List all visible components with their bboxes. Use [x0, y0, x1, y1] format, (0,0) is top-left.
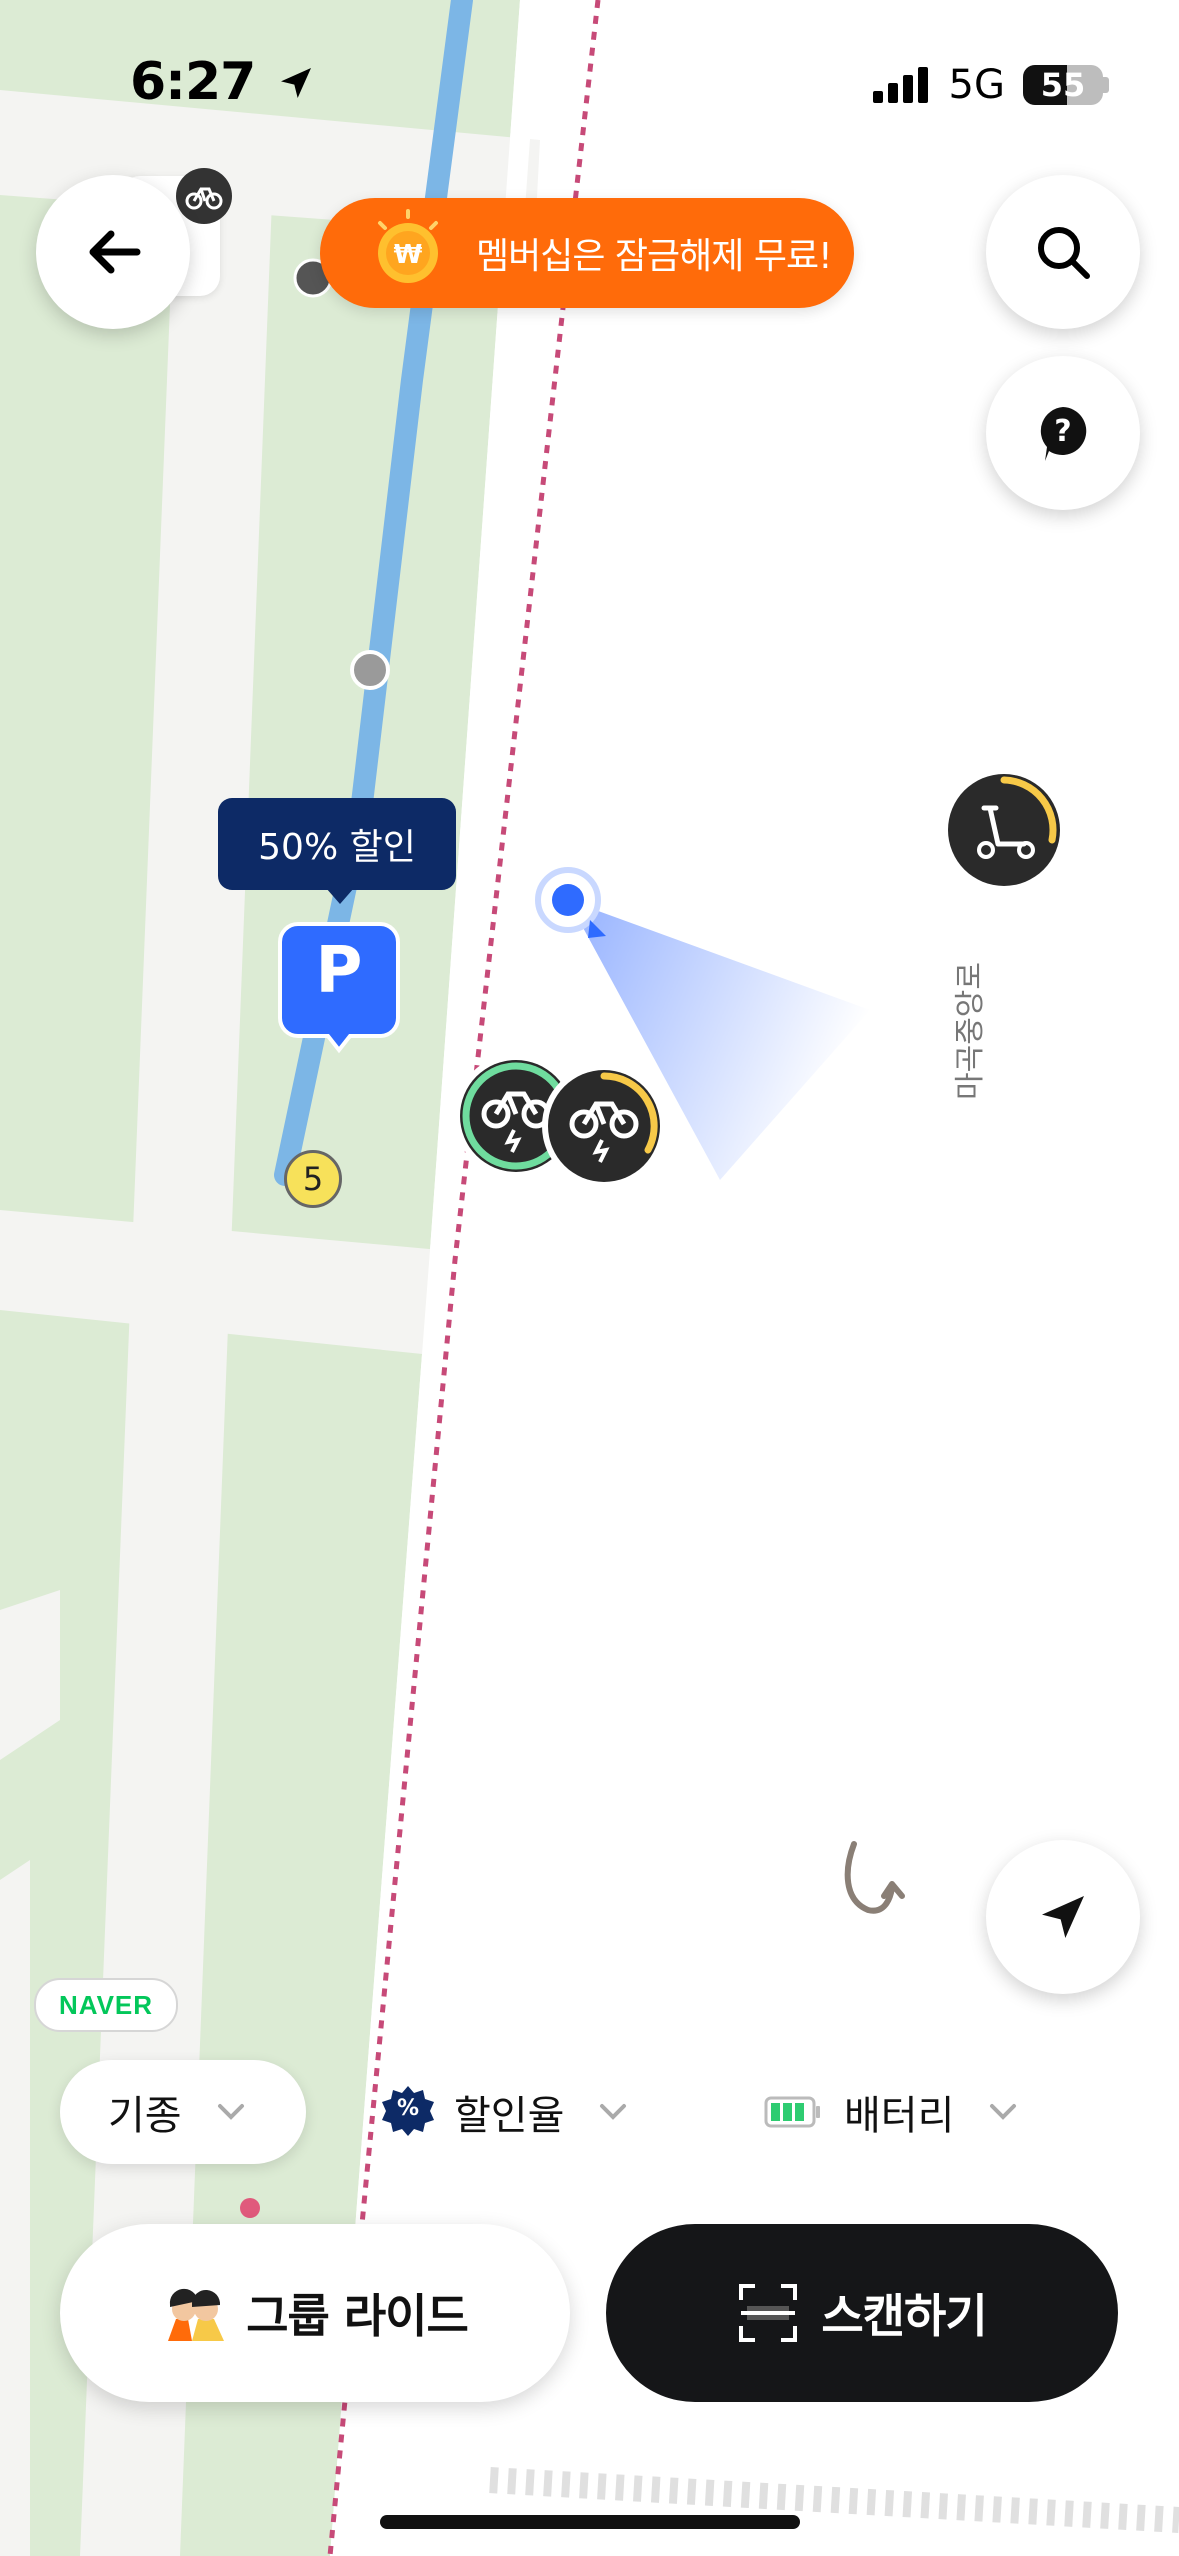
- status-time: 6:27: [130, 52, 316, 112]
- time-text: 6:27: [130, 52, 256, 112]
- coin-icon: ₩: [378, 209, 438, 283]
- parking-letter: P: [315, 934, 363, 1008]
- station-number: 5: [302, 1160, 324, 1198]
- scooter-icon: [942, 768, 1066, 892]
- scan-button[interactable]: 스캔하기: [606, 2224, 1118, 2402]
- discount-filter-chip[interactable]: % 할인율: [380, 2060, 628, 2164]
- ebike-marker-2[interactable]: [540, 1062, 668, 1190]
- group-ride-label: 그룹 라이드: [246, 2289, 469, 2343]
- road-label: 마곡중앙로: [953, 962, 988, 1100]
- status-indicators: 5G 55: [872, 62, 1109, 108]
- signal-icon: [872, 67, 928, 103]
- battery-indicator: 55: [1023, 65, 1109, 105]
- battery-filter-label: 배터리: [844, 2093, 955, 2139]
- svg-text:?: ?: [1054, 414, 1071, 449]
- parking-marker[interactable]: P: [278, 920, 400, 1054]
- group-ride-button[interactable]: 그룹 라이드: [60, 2224, 570, 2402]
- search-icon: [1038, 227, 1090, 279]
- naver-map-logo: NAVER: [34, 1978, 178, 2032]
- svg-text:₩: ₩: [394, 240, 423, 270]
- battery-cap: [1103, 77, 1109, 93]
- parking-discount-tooltip[interactable]: 50% 할인: [218, 798, 456, 904]
- battery-filter-chip[interactable]: 배터리: [764, 2060, 1018, 2164]
- station-number-badge[interactable]: 5: [284, 1150, 342, 1208]
- scooter-marker[interactable]: [940, 766, 1068, 894]
- network-label: 5G: [948, 62, 1005, 108]
- membership-promo-banner[interactable]: ₩ 멤버십은 잠금해제 무료!: [320, 198, 854, 308]
- location-arrow-icon: [281, 68, 312, 98]
- home-indicator[interactable]: [380, 2515, 800, 2529]
- promo-text: 멤버십은 잠금해제 무료!: [476, 236, 833, 277]
- search-button[interactable]: [986, 175, 1140, 329]
- scan-icon: [739, 2284, 798, 2342]
- scan-label: 스캔하기: [821, 2289, 987, 2343]
- chevron-down-icon: [216, 2102, 246, 2122]
- battery-icon: [764, 2096, 820, 2128]
- model-filter-chip[interactable]: 기종: [60, 2060, 306, 2164]
- model-filter-label: 기종: [108, 2093, 182, 2139]
- map-canvas[interactable]: [0, 0, 1179, 2556]
- chevron-down-icon: [598, 2102, 628, 2122]
- back-button[interactable]: [36, 175, 190, 329]
- group-ride-icon: [168, 2288, 225, 2341]
- location-arrow-icon: [1042, 1896, 1084, 1938]
- discount-badge-icon: %: [380, 2084, 436, 2140]
- help-icon: ?: [1040, 407, 1087, 461]
- discount-filter-label: 할인율: [454, 2093, 565, 2139]
- chevron-down-icon: [988, 2102, 1018, 2122]
- u-turn-icon: [844, 1841, 905, 1914]
- bicycle-icon: [542, 1064, 666, 1188]
- discount-symbol: %: [396, 2096, 420, 2121]
- bike-badge[interactable]: [176, 168, 232, 224]
- battery-percent: 55: [1040, 66, 1086, 104]
- recenter-location-button[interactable]: [986, 1840, 1140, 1994]
- bicycle-icon: [185, 187, 223, 210]
- battery-body: 55: [1023, 65, 1103, 105]
- back-arrow-icon: [89, 230, 141, 274]
- help-button[interactable]: ?: [986, 356, 1140, 510]
